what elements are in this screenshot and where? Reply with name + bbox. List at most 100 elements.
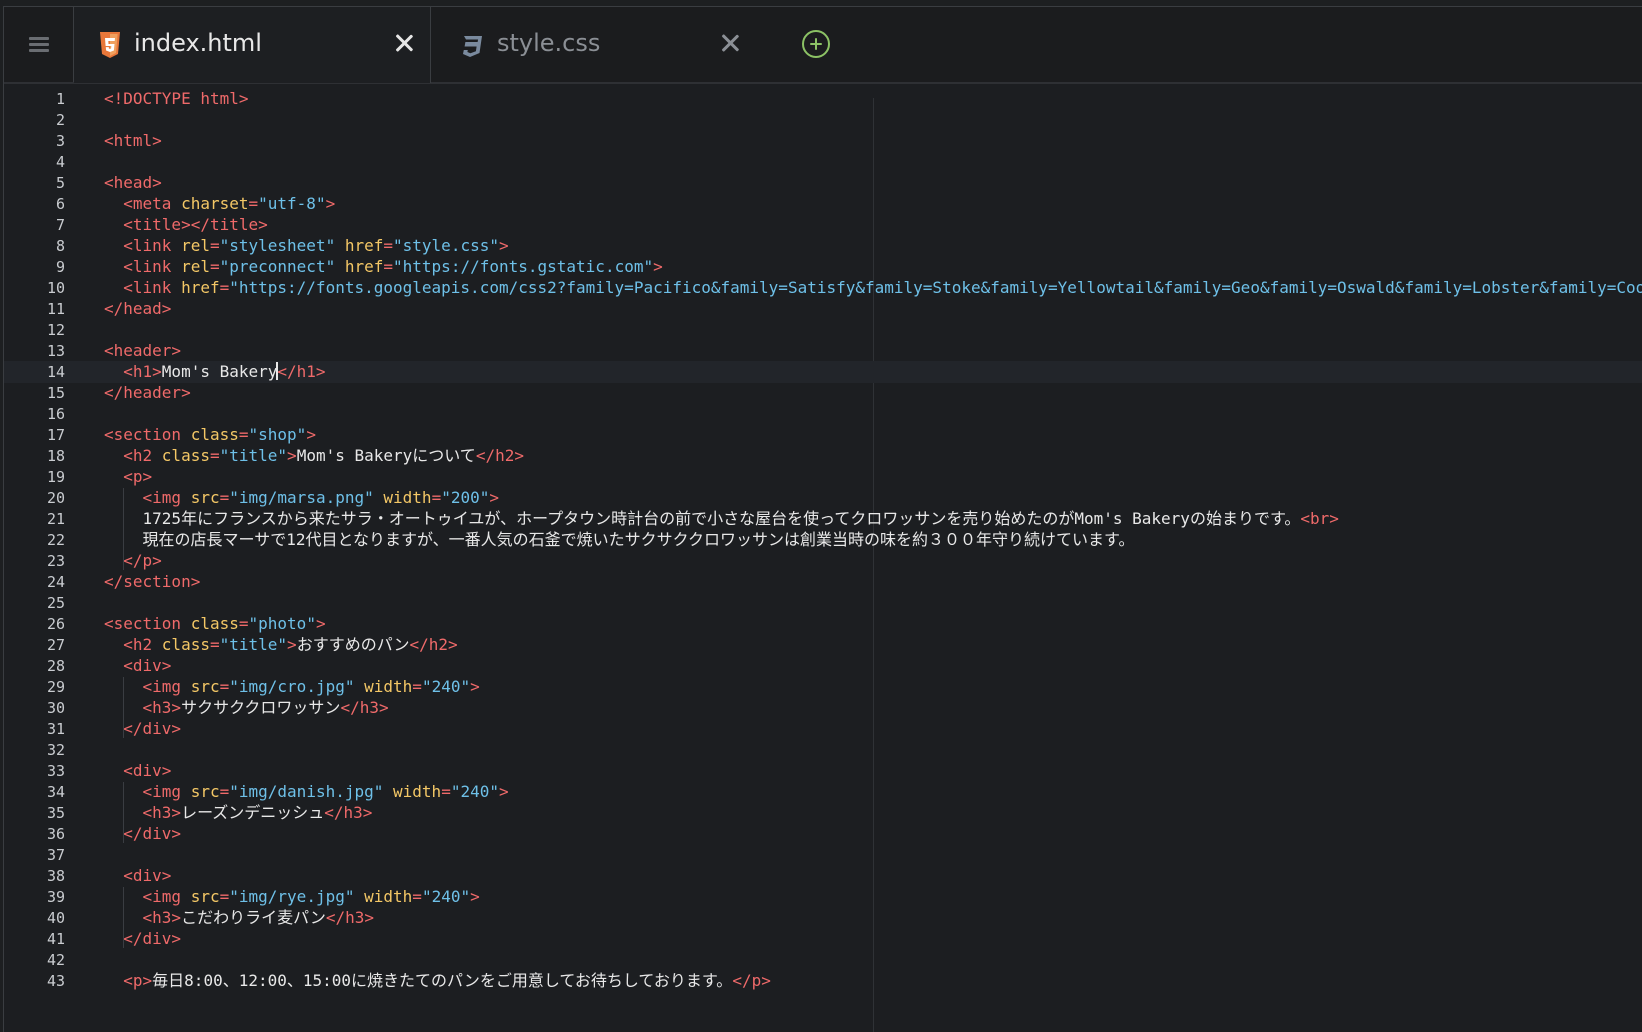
line-number: 11 (46, 300, 65, 318)
line-number: 24 (46, 573, 65, 591)
code-line: 42 (4, 949, 1642, 971)
code-text: 現在の店長マーサで12代目となりますが、一番人気の石釜で焼いたサクサククロワッサ… (104, 530, 1135, 549)
line-number: 29 (46, 678, 65, 696)
line-number: 7 (55, 216, 65, 234)
code-line: 18 <h2 class="title">Mom's Bakeryについて</h… (4, 445, 1642, 467)
line-number: 36 (46, 825, 65, 843)
code-text: </p> (123, 551, 162, 570)
line-number: 43 (46, 972, 65, 990)
code-text: <img src="img/danish.jpg" width="240"> (142, 782, 509, 801)
code-text: <section class="shop"> (104, 425, 316, 444)
code-text: <header> (104, 341, 182, 360)
code-text: <section class="photo"> (104, 614, 326, 633)
code-line: 31 </div> (4, 718, 1642, 740)
code-text: <div> (123, 656, 172, 675)
code-text: <h3>レーズンデニッシュ</h3> (142, 803, 373, 822)
code-text: </head> (104, 299, 172, 318)
code-text: <p>毎日8:00、12:00、15:00に焼きたてのパンをご用意してお待ちして… (123, 971, 771, 990)
tab-bar: index.html style.css (4, 7, 1642, 84)
close-tab-icon[interactable] (720, 33, 740, 53)
line-number: 16 (46, 405, 65, 423)
code-line: 11 </head> (4, 298, 1642, 320)
code-line: 16 (4, 403, 1642, 425)
line-number: 38 (46, 867, 65, 885)
code-line: 30 <h3>サクサククロワッサン</h3> (4, 697, 1642, 719)
line-number: 9 (55, 258, 65, 276)
code-line: 2 (4, 109, 1642, 131)
hamburger-icon (28, 37, 49, 52)
code-text: <p> (123, 467, 153, 486)
code-text: <h1>Mom's Bakery</h1> (123, 362, 326, 381)
line-number: 37 (46, 846, 65, 864)
line-number: 33 (46, 762, 65, 780)
line-number: 6 (55, 195, 65, 213)
code-line: 4 (4, 151, 1642, 173)
plus-circle-icon[interactable] (802, 30, 830, 58)
code-text: </div> (123, 929, 182, 948)
line-number: 31 (46, 720, 65, 738)
code-line: 29 <img src="img/cro.jpg" width="240"> (4, 676, 1642, 698)
code-line: 12 (4, 319, 1642, 341)
line-number: 21 (46, 510, 65, 528)
code-text: <head> (104, 173, 162, 192)
line-number: 28 (46, 657, 65, 675)
line-number: 26 (46, 615, 65, 633)
code-line: 26 <section class="photo"> (4, 613, 1642, 635)
line-number: 12 (46, 321, 65, 339)
indent-guide (123, 488, 124, 570)
code-text: <title></title> (123, 215, 268, 234)
code-editor[interactable]: 1 <!DOCTYPE html> 2 3 <html> 4 5 <head> 6 <meta … (4, 84, 1642, 1032)
code-text: <!DOCTYPE html> (104, 89, 249, 108)
code-line: 1 <!DOCTYPE html> (4, 88, 1642, 110)
code-text: <div> (123, 866, 172, 885)
line-number: 22 (46, 531, 65, 549)
code-text: <html> (104, 131, 162, 150)
line-number: 20 (46, 489, 65, 507)
code-line: 13 <header> (4, 340, 1642, 362)
code-text: <meta charset="utf-8"> (123, 194, 336, 213)
code-line: 25 (4, 592, 1642, 614)
line-number: 1 (55, 90, 65, 108)
code-text: <img src="img/rye.jpg" width="240"> (142, 887, 480, 906)
code-line: 23 </p> (4, 550, 1642, 572)
close-tab-icon[interactable] (394, 33, 414, 53)
code-text: </div> (123, 719, 182, 738)
tab-label: index.html (134, 29, 262, 57)
line-number: 25 (46, 594, 65, 612)
code-text: <h2 class="title">Mom's Bakeryについて</h2> (123, 446, 524, 465)
line-number: 27 (46, 636, 65, 654)
code-line: 8 <link rel="stylesheet" href="style.css… (4, 235, 1642, 257)
line-number: 19 (46, 468, 65, 486)
line-number: 13 (46, 342, 65, 360)
code-text: </section> (104, 572, 201, 591)
code-text: </header> (104, 383, 191, 402)
code-line: 33 <div> (4, 760, 1642, 782)
code-line: 38 <div> (4, 865, 1642, 887)
code-line: 10 <link href="https://fonts.googleapis.… (4, 277, 1642, 299)
line-number: 34 (46, 783, 65, 801)
line-number: 4 (55, 153, 65, 171)
code-text: <link rel="preconnect" href="https://fon… (123, 257, 663, 276)
menu-button[interactable] (4, 7, 74, 82)
code-line: 41 </div> (4, 928, 1642, 950)
line-number: 32 (46, 741, 65, 759)
line-number: 17 (46, 426, 65, 444)
line-number: 5 (55, 174, 65, 192)
code-text: <div> (123, 761, 172, 780)
code-line: 40 <h3>こだわりライ麦パン</h3> (4, 907, 1642, 929)
code-line: 32 (4, 739, 1642, 761)
line-number: 15 (46, 384, 65, 402)
tab-index-html[interactable]: index.html (74, 7, 431, 83)
tab-style-css[interactable]: style.css (432, 7, 782, 83)
indent-guide (123, 887, 124, 948)
code-line: 28 <div> (4, 655, 1642, 677)
editor-window: index.html style.css 1 <!DOCTYPE html> 2 3 <… (3, 6, 1642, 1032)
code-text: <h3>こだわりライ麦パン</h3> (142, 908, 375, 927)
code-line: 6 <meta charset="utf-8"> (4, 193, 1642, 215)
code-line: 24 </section> (4, 571, 1642, 593)
code-line: 15 </header> (4, 382, 1642, 404)
line-number: 18 (46, 447, 65, 465)
line-number: 35 (46, 804, 65, 822)
line-number: 14 (46, 363, 65, 381)
code-line: 22 現在の店長マーサで12代目となりますが、一番人気の石釜で焼いたサクサククロ… (4, 529, 1642, 551)
